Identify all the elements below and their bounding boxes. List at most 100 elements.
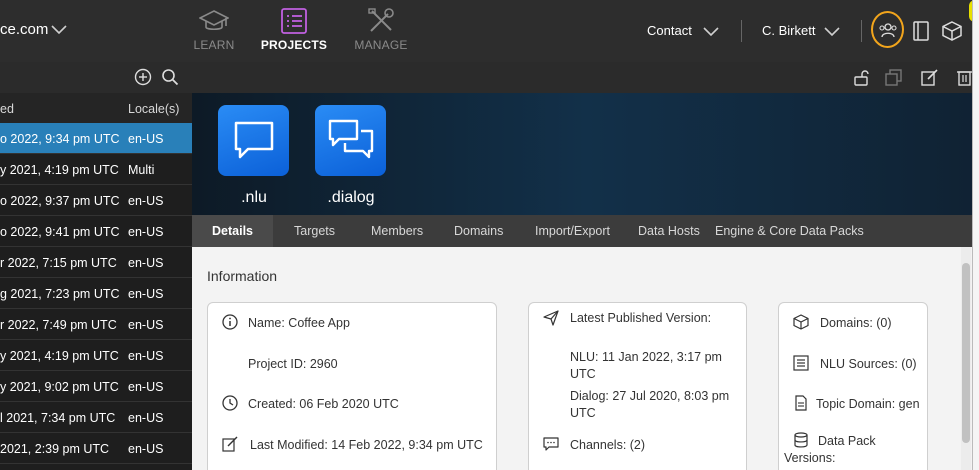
row-locale: en-US	[128, 349, 164, 363]
nav-learn-label: LEARN	[193, 38, 235, 52]
team-icon	[878, 22, 897, 37]
created-date: Created: 06 Feb 2020 UTC	[248, 397, 399, 411]
divider	[741, 20, 742, 42]
row-modified-date: y 2021, 9:02 pm UTC	[0, 380, 119, 394]
row-modified-date: o 2022, 9:37 pm UTC	[0, 194, 120, 208]
channels-count[interactable]: Channels: (2)	[570, 438, 645, 452]
team-button[interactable]	[871, 11, 904, 48]
row-locale: en-US	[128, 225, 164, 239]
dialog-tile-label: .dialog	[327, 189, 375, 206]
nlu-tile-label: .nlu	[241, 189, 267, 206]
nav-manage-label: MANAGE	[354, 38, 408, 52]
project-id: Project ID: 2960	[248, 357, 338, 371]
row-locale: en-US	[128, 442, 164, 456]
send-icon	[543, 310, 559, 326]
column-header-locale[interactable]: Locale(s)	[128, 102, 179, 116]
edit-icon	[222, 436, 238, 452]
details-panel: Information Name: Coffee App Project ID:…	[192, 247, 979, 470]
graduation-cap-icon	[199, 10, 229, 31]
window-edge	[972, 0, 979, 470]
unlock-icon[interactable]	[853, 69, 870, 86]
project-row[interactable]: 2021, 2:39 pm UTC en-US	[0, 433, 192, 464]
project-row[interactable]: y 2021, 9:02 pm UTC en-US	[0, 371, 192, 402]
nav-manage[interactable]: MANAGE	[346, 6, 416, 52]
chat-bubble-icon	[234, 121, 273, 158]
list-icon	[793, 355, 809, 371]
project-row[interactable]: o 2022, 9:37 pm UTC en-US	[0, 185, 192, 216]
tab-targets[interactable]: Targets	[294, 215, 335, 247]
clock-icon	[222, 395, 238, 411]
book-icon[interactable]	[912, 21, 930, 41]
brand-domain[interactable]: ce.com	[0, 21, 48, 38]
row-modified-date: r 2022, 7:49 pm UTC	[0, 318, 117, 332]
dialog-artifact-tile[interactable]	[315, 105, 386, 176]
column-header-modified[interactable]: ed	[0, 102, 14, 116]
row-modified-date: o 2022, 9:41 pm UTC	[0, 225, 120, 239]
dialog-version: Dialog: 27 Jul 2020, 8:03 pm	[570, 389, 730, 403]
nlu-version: NLU: 11 Jan 2022, 3:17 pm	[570, 350, 722, 364]
row-modified-date: 2021, 2:39 pm UTC	[0, 442, 110, 456]
details-scrollbar[interactable]	[961, 247, 971, 470]
domains-count[interactable]: Domains: (0)	[820, 316, 892, 330]
document-icon	[795, 395, 807, 411]
nlu-sources-count[interactable]: NLU Sources: (0)	[820, 357, 917, 371]
row-modified-date: o 2022, 9:34 pm UTC	[0, 132, 120, 146]
nav-projects-label: PROJECTS	[260, 38, 328, 52]
row-locale: en-US	[128, 132, 164, 146]
project-row[interactable]: g 2021, 7:23 pm UTC en-US	[0, 278, 192, 309]
chevron-down-icon[interactable]	[702, 25, 720, 37]
scrollbar-thumb[interactable]	[962, 263, 970, 443]
details-tabs: Details Targets Members Domains Import/E…	[192, 215, 979, 247]
project-row[interactable]: o 2022, 9:41 pm UTC en-US	[0, 216, 192, 247]
chevron-down-icon[interactable]	[823, 25, 841, 37]
row-locale: en-US	[128, 256, 164, 270]
nlu-version-tz: UTC	[570, 367, 596, 381]
project-row[interactable]: r 2022, 7:15 pm UTC en-US	[0, 247, 192, 278]
chevron-down-icon[interactable]	[50, 22, 68, 36]
contact-menu[interactable]: Contact	[647, 23, 692, 38]
nlu-artifact-tile[interactable]	[218, 105, 289, 176]
user-menu[interactable]: C. Birkett	[762, 23, 815, 38]
divider	[861, 20, 862, 42]
information-heading: Information	[207, 268, 278, 284]
row-locale: Multi	[128, 163, 155, 177]
top-bar: ce.com LEARN PROJECTS MANAGE Contact C. …	[0, 0, 979, 62]
row-locale: en-US	[128, 411, 164, 425]
project-row[interactable]: y 2021, 4:19 pm UTC en-US	[0, 340, 192, 371]
add-project-icon[interactable]	[134, 68, 152, 86]
project-row[interactable]: o 2022, 9:34 pm UTC en-US	[0, 123, 192, 154]
row-locale: en-US	[128, 287, 164, 301]
cube-icon	[793, 314, 809, 330]
list-icon	[281, 8, 307, 34]
row-modified-date: l 2021, 7:34 pm UTC	[0, 411, 116, 425]
dialog-version-tz: UTC	[570, 406, 596, 420]
edit-icon[interactable]	[921, 69, 938, 86]
project-list-sidebar: ed Locale(s) o 2022, 9:34 pm UTC en-US y 2…	[0, 62, 192, 470]
nav-learn[interactable]: LEARN	[179, 6, 249, 52]
tab-import-export[interactable]: Import/Export	[535, 215, 610, 247]
tab-domains[interactable]: Domains	[454, 215, 503, 247]
project-row[interactable]: l 2021, 7:34 pm UTC en-US	[0, 402, 192, 433]
row-locale: en-US	[128, 380, 164, 394]
tab-engine-core-data-packs[interactable]: Engine & Core Data Packs	[715, 215, 864, 247]
project-name: Name: Coffee App	[248, 316, 350, 330]
row-modified-date: y 2021, 4:19 pm UTC	[0, 349, 119, 363]
cube-icon[interactable]	[942, 21, 962, 41]
resources-card: Domains: (0) NLU Sources: (0) Topic Doma…	[778, 302, 928, 470]
tab-details[interactable]: Details	[192, 215, 273, 247]
search-icon[interactable]	[161, 68, 179, 86]
last-modified-date: Last Modified: 14 Feb 2022, 9:34 pm UTC	[250, 438, 483, 452]
row-modified-date: r 2022, 7:15 pm UTC	[0, 256, 117, 270]
nav-projects[interactable]: PROJECTS	[259, 6, 329, 52]
tab-data-hosts[interactable]: Data Hosts	[638, 215, 700, 247]
sidebar-column-headers: ed Locale(s)	[0, 93, 192, 123]
data-pack-versions: Versions:	[784, 451, 836, 465]
tab-members[interactable]: Members	[371, 215, 423, 247]
row-locale: en-US	[128, 318, 164, 332]
trash-icon[interactable]	[956, 69, 973, 86]
project-row[interactable]: r 2022, 7:49 pm UTC en-US	[0, 309, 192, 340]
versions-card: Latest Published Version: NLU: 11 Jan 20…	[528, 302, 747, 470]
copy-icon	[885, 69, 902, 86]
project-row[interactable]: y 2021, 4:19 pm UTC Multi	[0, 154, 192, 185]
chat-bubbles-icon	[328, 119, 373, 158]
